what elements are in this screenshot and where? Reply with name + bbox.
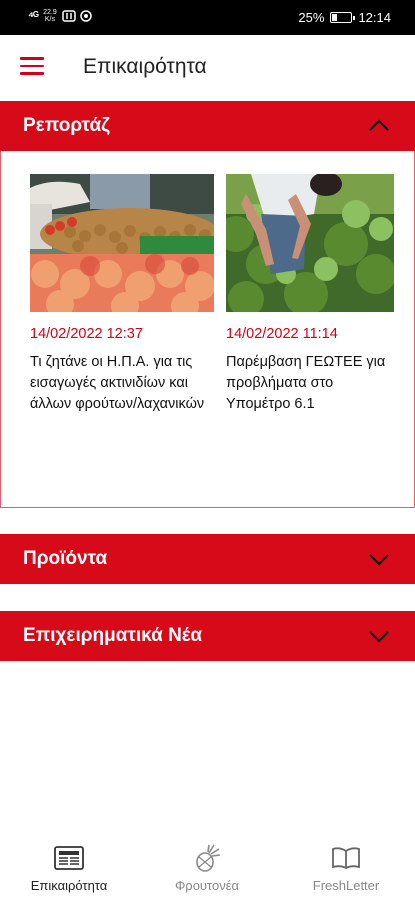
status-left: ⁴ᴳ 22.9 K/s (28, 9, 92, 23)
network-speed-unit: K/s (44, 16, 56, 23)
hamburger-menu-icon[interactable] (20, 57, 44, 77)
app-bar: Επικαιρότητα (0, 35, 415, 101)
nav-label: FreshLetter (312, 878, 380, 893)
article-title: Παρέμβαση ΓΕΩΤΕΕ για προβλήματα στο Υπομ… (226, 354, 386, 412)
battery-icon (330, 12, 356, 23)
page-title: Επικαιρότητα (83, 55, 207, 78)
section-header-products[interactable]: Προϊόντα (0, 534, 415, 584)
section-label: Ρεπορτάζ (23, 115, 110, 136)
battery-fill (332, 14, 338, 21)
section-label: Προϊόντα (23, 548, 108, 569)
newspaper-icon (54, 846, 84, 870)
article-card[interactable]: 14/02/2022 11:14 Παρέμβαση ΓΕΩΤΕΕ για πρ… (226, 174, 394, 415)
network-speed: 22.9 K/s (42, 9, 58, 23)
network-speed-value: 22.9 (43, 9, 57, 16)
reportage-panel: 14/02/2022 12:37 Τι ζητάνε οι Η.Π.Α. για… (0, 151, 415, 508)
nav-item-freshletter[interactable]: FreshLetter (277, 844, 415, 893)
signal-icon: ⁴ᴳ (28, 9, 39, 23)
section-header-business-news[interactable]: Επιχειρηματικά Νέα (0, 611, 415, 661)
article-card[interactable]: 14/02/2022 12:37 Τι ζητάνε οι Η.Π.Α. για… (30, 174, 214, 415)
nav-item-fruit-news[interactable]: Φρουτονέα (138, 844, 276, 893)
chevron-down-icon[interactable] (367, 624, 391, 648)
battery-percent: 25% (298, 10, 325, 25)
article-image-farmer (226, 174, 394, 312)
status-right: 25% 12:14 (298, 10, 391, 25)
bottom-navigation: Επικαιρότητα Φρουτονέα FreshLetter (0, 828, 415, 900)
nav-label: Φρουτονέα (174, 878, 240, 893)
notification-icon (80, 10, 92, 22)
nav-item-news[interactable]: Επικαιρότητα (0, 844, 138, 893)
article-date: 14/02/2022 12:37 (30, 326, 143, 342)
nav-label: Επικαιρότητα (30, 878, 108, 893)
chevron-up-icon[interactable] (367, 114, 391, 138)
article-image-market (30, 174, 214, 312)
article-title: Τι ζητάνε οι Η.Π.Α. για τις εισαγωγές ακ… (30, 354, 205, 412)
nfc-icon (62, 10, 76, 22)
section-label: Επιχειρηματικά Νέα (23, 625, 203, 646)
chevron-down-icon[interactable] (367, 547, 391, 571)
clock: 12:14 (358, 10, 391, 25)
article-date: 14/02/2022 11:14 (226, 326, 338, 342)
pineapple-icon (196, 844, 221, 872)
section-header-reportage[interactable]: Ρεπορτάζ (0, 101, 415, 151)
open-book-icon (332, 847, 360, 870)
status-bar: ⁴ᴳ 22.9 K/s 25% 12:14 (0, 0, 415, 35)
